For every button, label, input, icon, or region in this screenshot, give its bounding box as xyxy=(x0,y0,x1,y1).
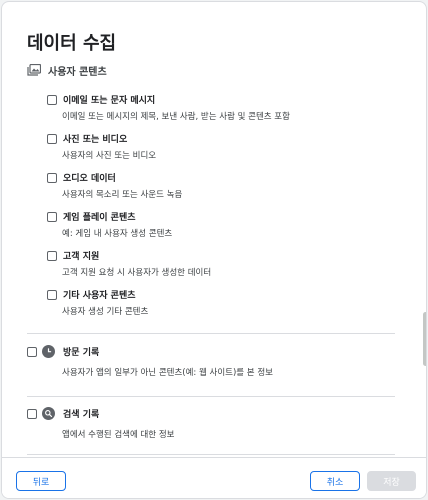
checkbox-customer-support[interactable] xyxy=(47,250,57,261)
item-title: 이메일 또는 문자 메시지 xyxy=(63,96,156,106)
section-label: 사용자 콘텐츠 xyxy=(48,66,107,78)
item-desc: 고객 지원 요청 시 사용자가 생성한 데이터 xyxy=(62,268,212,278)
checkbox-browsing-history[interactable] xyxy=(27,346,37,357)
checkbox-photos-videos[interactable] xyxy=(47,133,57,144)
list-item: 기타 사용자 콘텐츠 사용자 생성 기타 콘텐츠 xyxy=(47,288,148,317)
vertical-scrollbar[interactable] xyxy=(422,58,426,456)
checkbox-email-messages[interactable] xyxy=(47,94,57,105)
item-title: 방문 기록 xyxy=(63,348,100,358)
list-item: 고객 지원 고객 지원 요청 시 사용자가 생성한 데이터 xyxy=(47,249,211,278)
list-item: 사진 또는 비디오 사용자의 사진 또는 비디오 xyxy=(47,132,156,161)
divider xyxy=(27,396,395,397)
checkbox-audio-data[interactable] xyxy=(47,172,57,183)
list-item: 오디오 데이터 사용자의 목소리 또는 사운드 녹음 xyxy=(47,171,182,200)
divider xyxy=(27,454,395,455)
item-title: 검색 기록 xyxy=(63,410,100,420)
history-icon xyxy=(42,345,55,358)
checkbox-gameplay-content[interactable] xyxy=(47,211,57,222)
item-title: 게임 플레이 콘텐츠 xyxy=(63,213,136,223)
item-desc: 사용자의 사진 또는 비디오 xyxy=(62,151,157,161)
list-item: 게임 플레이 콘텐츠 예: 게임 내 사용자 생성 콘텐츠 xyxy=(47,210,172,239)
scrollbar-thumb[interactable] xyxy=(423,312,426,366)
divider xyxy=(27,333,395,334)
scroll-area[interactable]: 사용자 콘텐츠 이메일 또는 문자 메시지 이메일 또는 메시지의 제목, 보낸… xyxy=(2,58,426,456)
checkbox-other-user-content[interactable] xyxy=(47,289,57,300)
cancel-button[interactable]: 취소 xyxy=(310,471,360,491)
item-desc: 앱에서 수행된 검색에 대한 정보 xyxy=(62,430,175,440)
category-browsing-history: 방문 기록 사용자가 앱의 일부가 아닌 콘텐츠(예: 웹 사이트)를 본 정보 xyxy=(27,345,273,378)
save-button[interactable]: 저장 xyxy=(367,471,416,491)
item-title: 기타 사용자 콘텐츠 xyxy=(63,291,136,301)
item-desc: 사용자가 앱의 일부가 아닌 콘텐츠(예: 웹 사이트)를 본 정보 xyxy=(62,368,273,378)
checkbox-search-history[interactable] xyxy=(27,408,37,419)
photo-library-icon xyxy=(27,64,41,76)
category-search-history: 검색 기록 앱에서 수행된 검색에 대한 정보 xyxy=(27,407,174,440)
item-title: 사진 또는 비디오 xyxy=(63,135,128,145)
item-title: 고객 지원 xyxy=(63,252,100,262)
dialog-footer: 뒤로 취소 저장 xyxy=(2,457,426,498)
back-button[interactable]: 뒤로 xyxy=(16,471,66,491)
item-title: 오디오 데이터 xyxy=(63,174,116,184)
section-header-user-content: 사용자 콘텐츠 xyxy=(27,61,107,79)
item-desc: 이메일 또는 메시지의 제목, 보낸 사람, 받는 사람 및 콘텐츠 포함 xyxy=(62,112,290,122)
item-desc: 사용자 생성 기타 콘텐츠 xyxy=(62,307,149,317)
list-item: 이메일 또는 문자 메시지 이메일 또는 메시지의 제목, 보낸 사람, 받는 … xyxy=(47,93,290,122)
data-collection-dialog: 데이터 수집 사용자 콘텐츠 이메일 또는 문자 메시지 이메일 또는 메시지의… xyxy=(1,1,427,499)
dialog-title: 데이터 수집 xyxy=(27,33,117,54)
item-desc: 사용자의 목소리 또는 사운드 녹음 xyxy=(62,190,183,200)
search-icon xyxy=(42,407,55,420)
item-desc: 예: 게임 내 사용자 생성 콘텐츠 xyxy=(62,229,173,239)
